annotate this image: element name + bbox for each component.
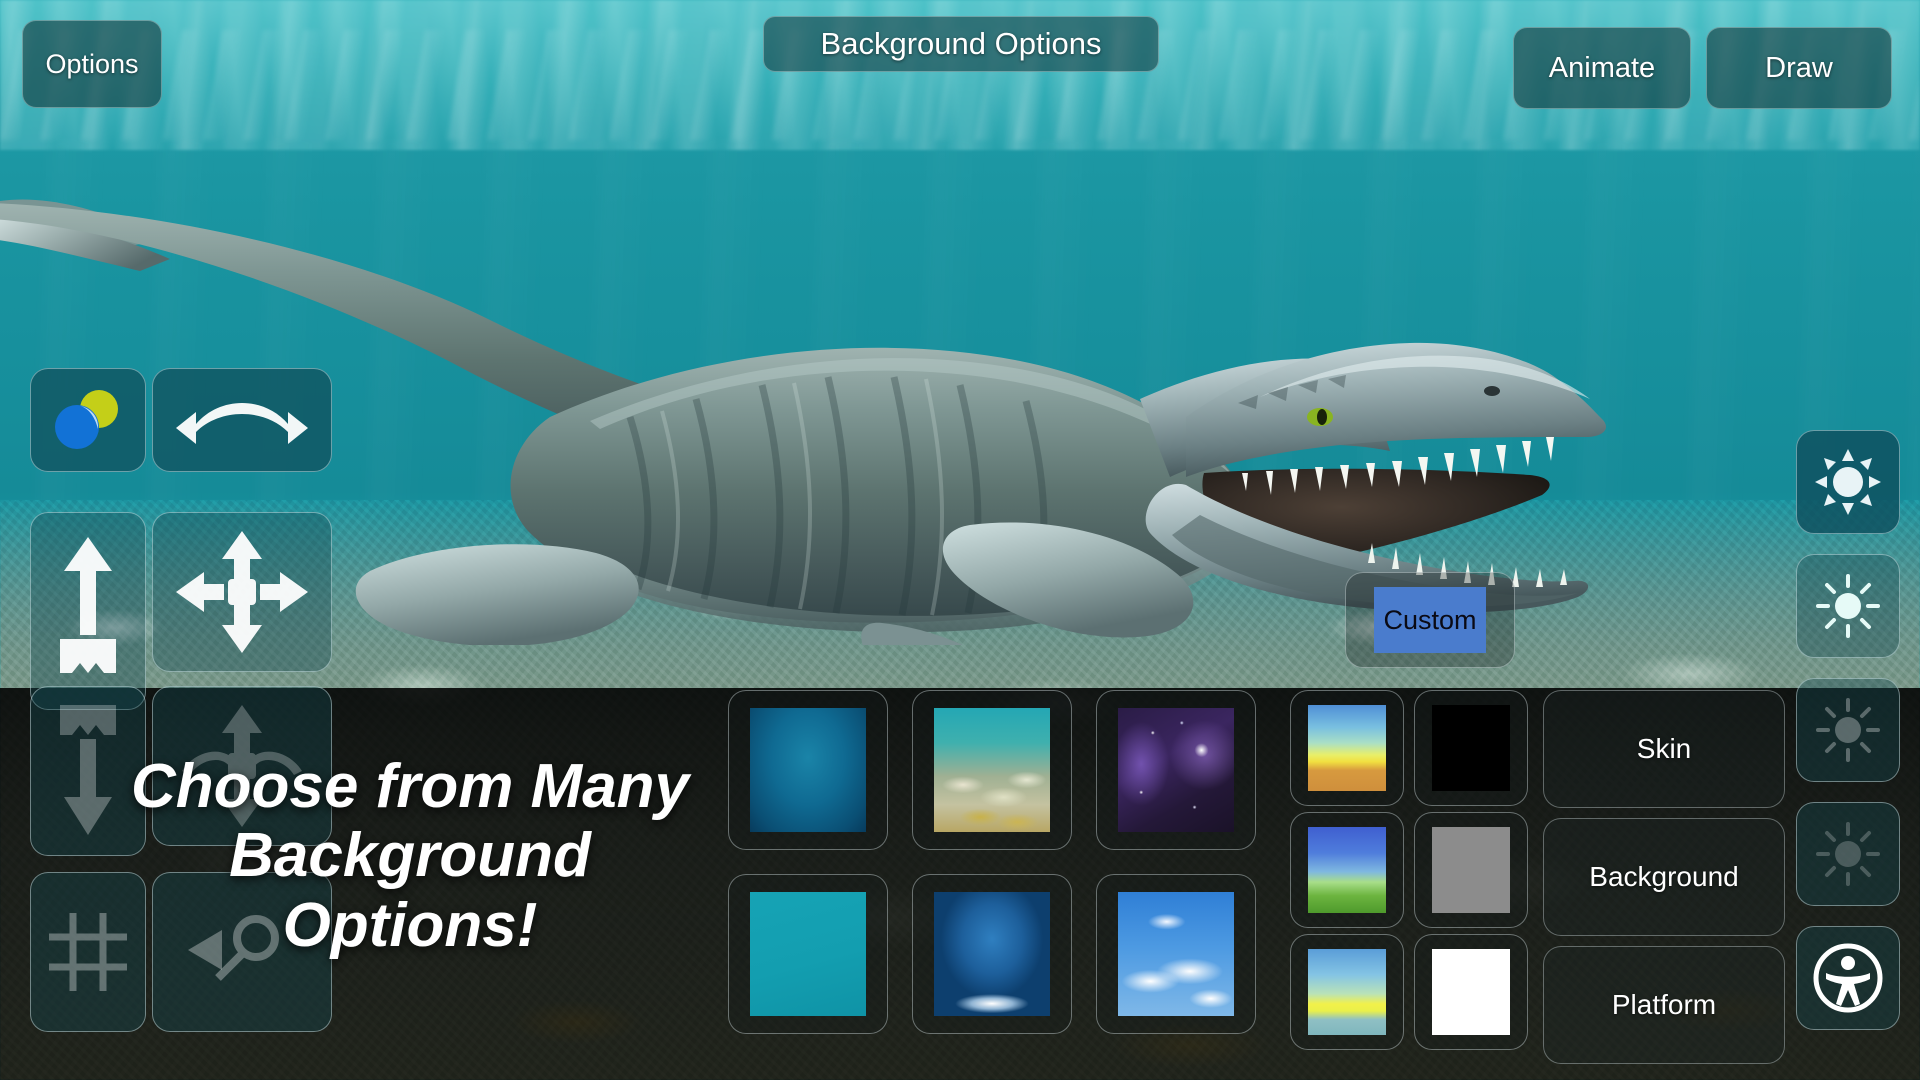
- thumb-image-deep-ocean: [749, 708, 867, 832]
- sun-bright-icon: [1815, 449, 1881, 515]
- background-swatch-desert-gradient[interactable]: [1290, 690, 1404, 806]
- light-bright-button[interactable]: [1796, 430, 1900, 534]
- accessibility-button[interactable]: [1796, 926, 1900, 1030]
- category-background-label: Background: [1589, 861, 1739, 892]
- move-four-way-button[interactable]: [152, 512, 332, 672]
- background-swatch-black[interactable]: [1414, 690, 1528, 806]
- category-background-button[interactable]: Background: [1543, 818, 1785, 936]
- swatch-desert-gradient: [1307, 704, 1387, 792]
- thumb-image-space-nebula: [1117, 708, 1235, 832]
- animate-button[interactable]: Animate: [1513, 27, 1691, 109]
- thumb-image-coral-reef: [933, 708, 1051, 832]
- thumb-image-teal-flat: [749, 892, 867, 1016]
- light-faint-button[interactable]: [1796, 802, 1900, 906]
- rotate-horizontal-icon: [176, 403, 308, 444]
- draw-button[interactable]: Draw: [1706, 27, 1892, 109]
- light-medium-button[interactable]: [1796, 554, 1900, 658]
- grid-icon: [49, 913, 127, 991]
- rotate-four-way-icon: [182, 705, 302, 827]
- custom-chip: Custom: [1374, 587, 1486, 653]
- category-skin-label: Skin: [1636, 733, 1692, 764]
- background-thumb-space-nebula[interactable]: [1096, 690, 1256, 850]
- background-thumb-clouds-sky[interactable]: [1096, 874, 1256, 1034]
- swatch-black: [1431, 704, 1511, 792]
- grid-button[interactable]: [30, 872, 146, 1032]
- draw-button-label: Draw: [1765, 51, 1833, 84]
- rotate-four-way-button[interactable]: [152, 686, 332, 846]
- options-button[interactable]: Options: [22, 20, 162, 108]
- sun-faint-icon: [1816, 822, 1880, 886]
- background-thumb-blue-studio[interactable]: [912, 874, 1072, 1034]
- rotate-horizontal-button[interactable]: [152, 368, 332, 472]
- scale-up-icon: [60, 537, 116, 673]
- background-thumb-coral-reef[interactable]: [912, 690, 1072, 850]
- scale-down-button[interactable]: [30, 686, 146, 856]
- custom-label: Custom: [1383, 604, 1477, 635]
- swatch-beach-gradient: [1307, 948, 1387, 1036]
- move-four-way-icon: [176, 531, 308, 653]
- category-platform-button[interactable]: Platform: [1543, 946, 1785, 1064]
- animate-button-label: Animate: [1548, 51, 1656, 84]
- sun-dim-icon: [1816, 698, 1880, 762]
- category-platform-label: Platform: [1611, 989, 1717, 1020]
- swatch-grass-gradient: [1307, 826, 1387, 914]
- background-swatch-grass-gradient[interactable]: [1290, 812, 1404, 928]
- background-thumb-deep-ocean[interactable]: [728, 690, 888, 850]
- zoom-button[interactable]: [152, 872, 332, 1032]
- accessibility-icon: [1813, 943, 1883, 1013]
- background-swatch-white[interactable]: [1414, 934, 1528, 1050]
- page-title-label: Background Options: [820, 26, 1102, 61]
- custom-background-button[interactable]: Custom: [1345, 572, 1515, 668]
- swatch-grey: [1431, 826, 1511, 914]
- thumb-image-clouds-sky: [1117, 892, 1235, 1016]
- sun-medium-icon: [1816, 574, 1880, 638]
- options-button-label: Options: [45, 48, 139, 79]
- zoom-icon: [188, 915, 279, 981]
- swatch-white: [1431, 948, 1511, 1036]
- color-picker-icon: [55, 390, 118, 449]
- background-thumb-teal-flat[interactable]: [728, 874, 888, 1034]
- light-dim-button[interactable]: [1796, 678, 1900, 782]
- color-picker-button[interactable]: [30, 368, 146, 472]
- scale-down-icon: [60, 705, 116, 835]
- scale-up-button[interactable]: [30, 512, 146, 710]
- background-swatch-beach-gradient[interactable]: [1290, 934, 1404, 1050]
- page-title: Background Options: [763, 16, 1159, 72]
- thumb-image-blue-studio: [933, 892, 1051, 1016]
- background-swatch-grey[interactable]: [1414, 812, 1528, 928]
- category-skin-button[interactable]: Skin: [1543, 690, 1785, 808]
